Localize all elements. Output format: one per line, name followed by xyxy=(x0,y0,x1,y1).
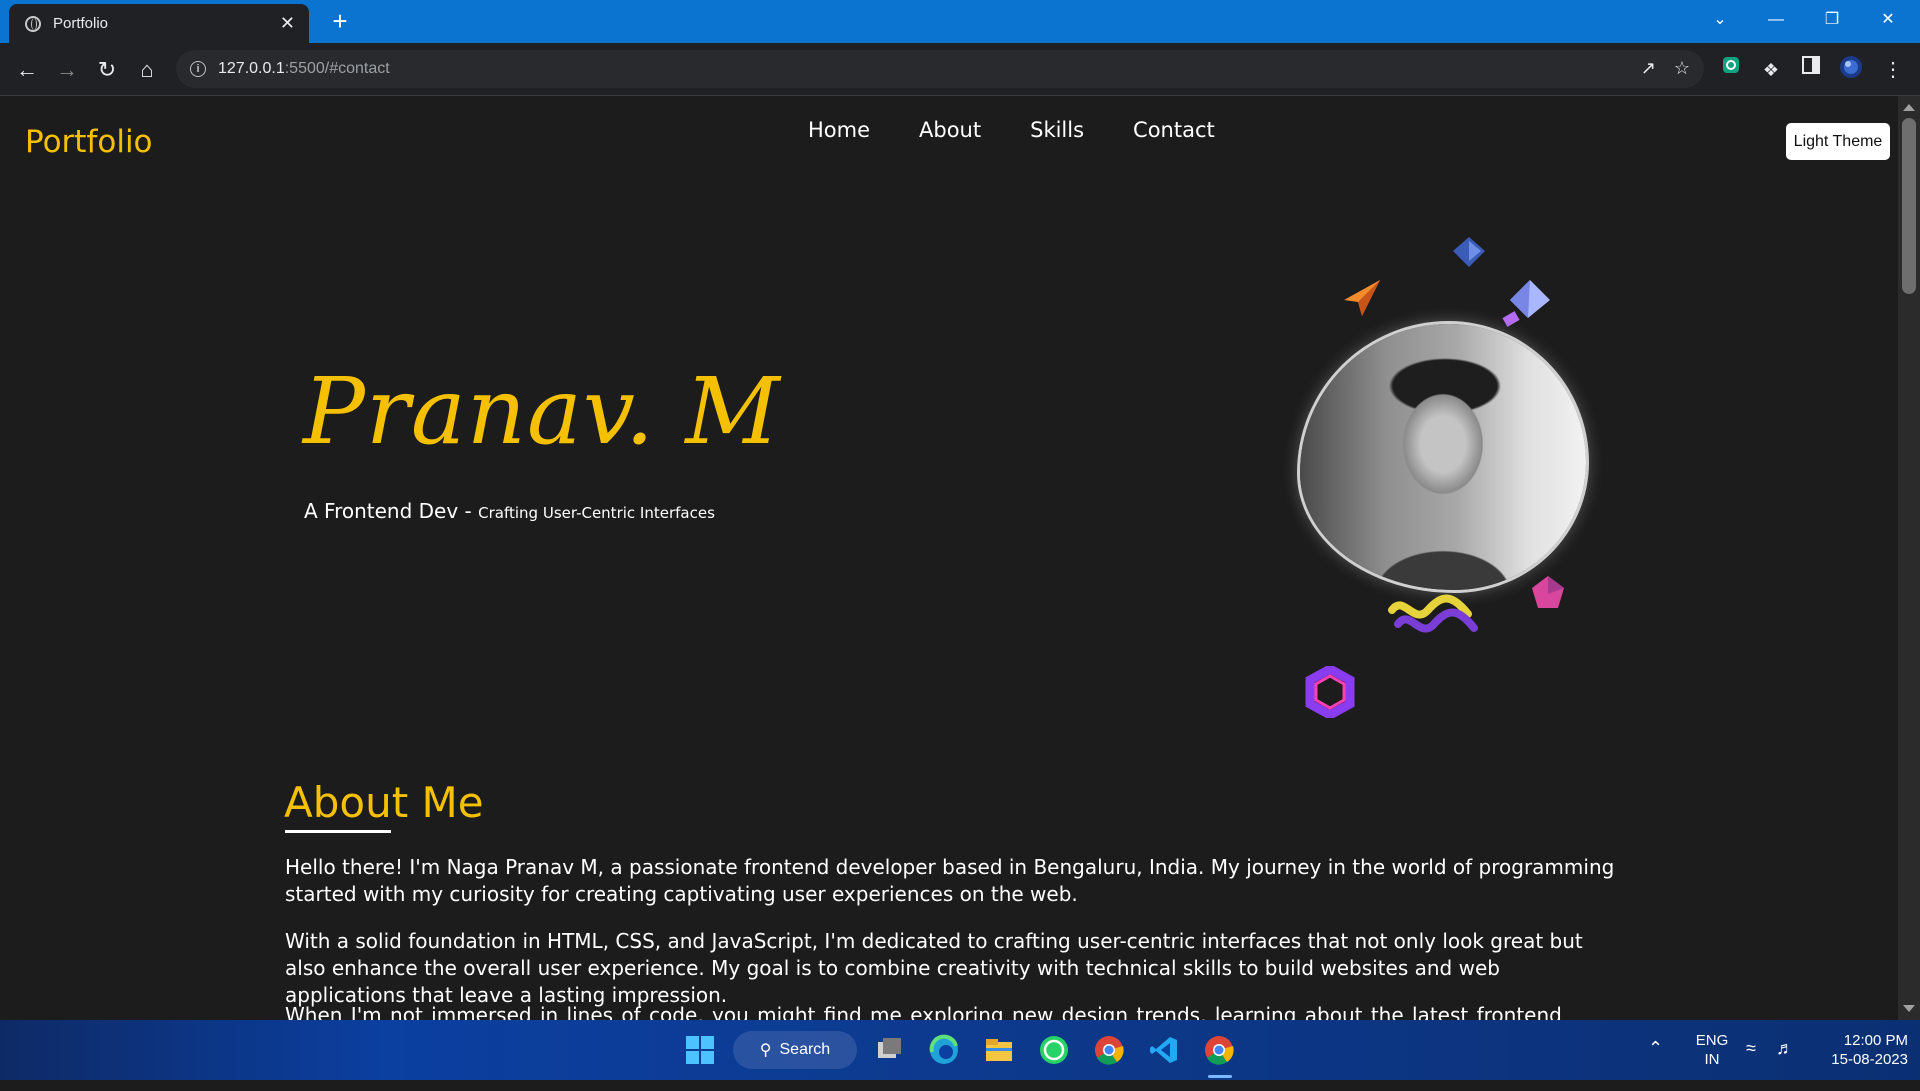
whatsapp-icon[interactable] xyxy=(1038,1034,1070,1066)
about-paragraph-2: With a solid foundation in HTML, CSS, an… xyxy=(285,929,1583,1007)
nav-contact[interactable]: Contact xyxy=(1133,118,1215,142)
profile-avatar-icon[interactable] xyxy=(1836,55,1866,85)
page-scrollbar[interactable] xyxy=(1898,96,1920,1020)
more-menu-icon[interactable]: ⋮ xyxy=(1878,55,1908,85)
home-icon[interactable]: ⌂ xyxy=(132,55,162,85)
show-hidden-icons-chevron-icon[interactable]: ⌃ xyxy=(1648,1038,1663,1059)
clock-date: 15-08-2023 xyxy=(1831,1051,1908,1068)
bookmark-star-icon[interactable]: ☆ xyxy=(1674,58,1690,79)
hero-tagline: Crafting User-Centric Interfaces xyxy=(478,504,715,522)
back-arrow-icon[interactable]: ← xyxy=(12,55,42,85)
site-info-icon[interactable]: i xyxy=(190,61,206,77)
heading-underline xyxy=(285,830,391,833)
search-icon: ⚲ xyxy=(759,1042,772,1059)
browser-tab[interactable]: Portfolio ✕ xyxy=(9,4,309,43)
active-app-indicator xyxy=(1208,1075,1232,1078)
region-code: IN xyxy=(1704,1051,1720,1068)
cube-decoration-icon xyxy=(1453,237,1485,267)
language-code: ENG xyxy=(1695,1032,1729,1049)
taskbar: ⚲ Search ⌃ ENG IN ≈ ♬ 12:00 PM 15-08-202… xyxy=(0,1020,1920,1080)
gem-decoration-icon xyxy=(1532,576,1564,608)
chrome-active-icon[interactable] xyxy=(1203,1034,1235,1066)
language-indicator[interactable]: ENG IN xyxy=(1692,1020,1732,1091)
site-brand[interactable]: Portfolio xyxy=(25,124,153,160)
volume-icon[interactable]: ♬ xyxy=(1776,1038,1794,1059)
wifi-icon[interactable]: ≈ xyxy=(1746,1038,1756,1059)
address-bar[interactable]: i 127.0.0.1 :5500/#contact ↗ ☆ xyxy=(176,50,1704,88)
url-path: :5500/#contact xyxy=(284,60,390,77)
main-nav: Home About Skills Contact xyxy=(808,118,1215,142)
chrome-icon[interactable] xyxy=(1093,1034,1125,1066)
windows-start-icon[interactable] xyxy=(684,1034,716,1066)
hero-subtitle: A Frontend Dev - Crafting User-Centric I… xyxy=(304,499,715,523)
profile-photo xyxy=(1300,324,1586,590)
edge-browser-icon[interactable] xyxy=(928,1034,960,1066)
paper-plane-decoration-icon xyxy=(1344,280,1380,316)
clock-time: 12:00 PM xyxy=(1843,1032,1908,1049)
scroll-down-arrow-icon[interactable] xyxy=(1903,1005,1915,1012)
hero-name: Pranav. M xyxy=(303,358,781,465)
clock[interactable]: 12:00 PM 15-08-2023 xyxy=(1812,1020,1908,1091)
ring-decoration-icon xyxy=(1305,666,1355,718)
globe-icon xyxy=(25,15,41,32)
close-tab-icon[interactable]: ✕ xyxy=(280,13,295,34)
task-view-icon[interactable] xyxy=(874,1034,906,1066)
reload-icon[interactable]: ↻ xyxy=(92,55,122,85)
theme-toggle-button[interactable]: Light Theme xyxy=(1786,123,1890,160)
forward-arrow-icon[interactable]: → xyxy=(52,55,82,85)
tab-title: Portfolio xyxy=(53,15,109,32)
crystal-decoration-icon xyxy=(1502,280,1550,327)
extensions-puzzle-icon[interactable]: ❖ xyxy=(1756,55,1786,85)
about-paragraph-1: Hello there! I'm Naga Pranav M, a passio… xyxy=(285,855,1615,906)
browser-toolbar: ← → ↻ ⌂ i 127.0.0.1 :5500/#contact ↗ ☆ ❖… xyxy=(0,43,1920,96)
taskbar-search-button[interactable]: ⚲ Search xyxy=(733,1031,857,1069)
web-page: Portfolio Home About Skills Contact Ligh… xyxy=(0,96,1898,1020)
nav-skills[interactable]: Skills xyxy=(1030,118,1084,142)
hero-role: A Frontend Dev - xyxy=(304,499,479,523)
browser-tab-strip: Portfolio ✕ + ⌄ — ❐ ✕ xyxy=(0,0,1920,43)
minimize-button[interactable]: — xyxy=(1748,0,1804,43)
nav-about[interactable]: About xyxy=(919,118,981,142)
new-tab-button[interactable]: + xyxy=(325,6,355,36)
nav-home[interactable]: Home xyxy=(808,118,870,142)
squiggle-decoration-icon xyxy=(1388,594,1478,633)
share-icon[interactable]: ↗ xyxy=(1641,58,1656,79)
file-explorer-icon[interactable] xyxy=(983,1034,1015,1066)
extension-shield-icon[interactable] xyxy=(1716,55,1746,85)
scroll-up-arrow-icon[interactable] xyxy=(1903,104,1915,111)
taskbar-search-label: Search xyxy=(779,1041,831,1058)
side-panel-icon[interactable] xyxy=(1796,55,1826,85)
scroll-thumb[interactable] xyxy=(1902,118,1916,294)
vscode-icon[interactable] xyxy=(1148,1034,1180,1066)
restore-button[interactable]: ❐ xyxy=(1804,0,1860,43)
about-heading: About Me xyxy=(284,778,484,827)
tab-search-icon[interactable]: ⌄ xyxy=(1692,0,1748,43)
about-paragraph-3: When I'm not immersed in lines of code, … xyxy=(285,1003,1562,1020)
close-window-button[interactable]: ✕ xyxy=(1860,0,1916,43)
url-host: 127.0.0.1 xyxy=(218,60,285,77)
